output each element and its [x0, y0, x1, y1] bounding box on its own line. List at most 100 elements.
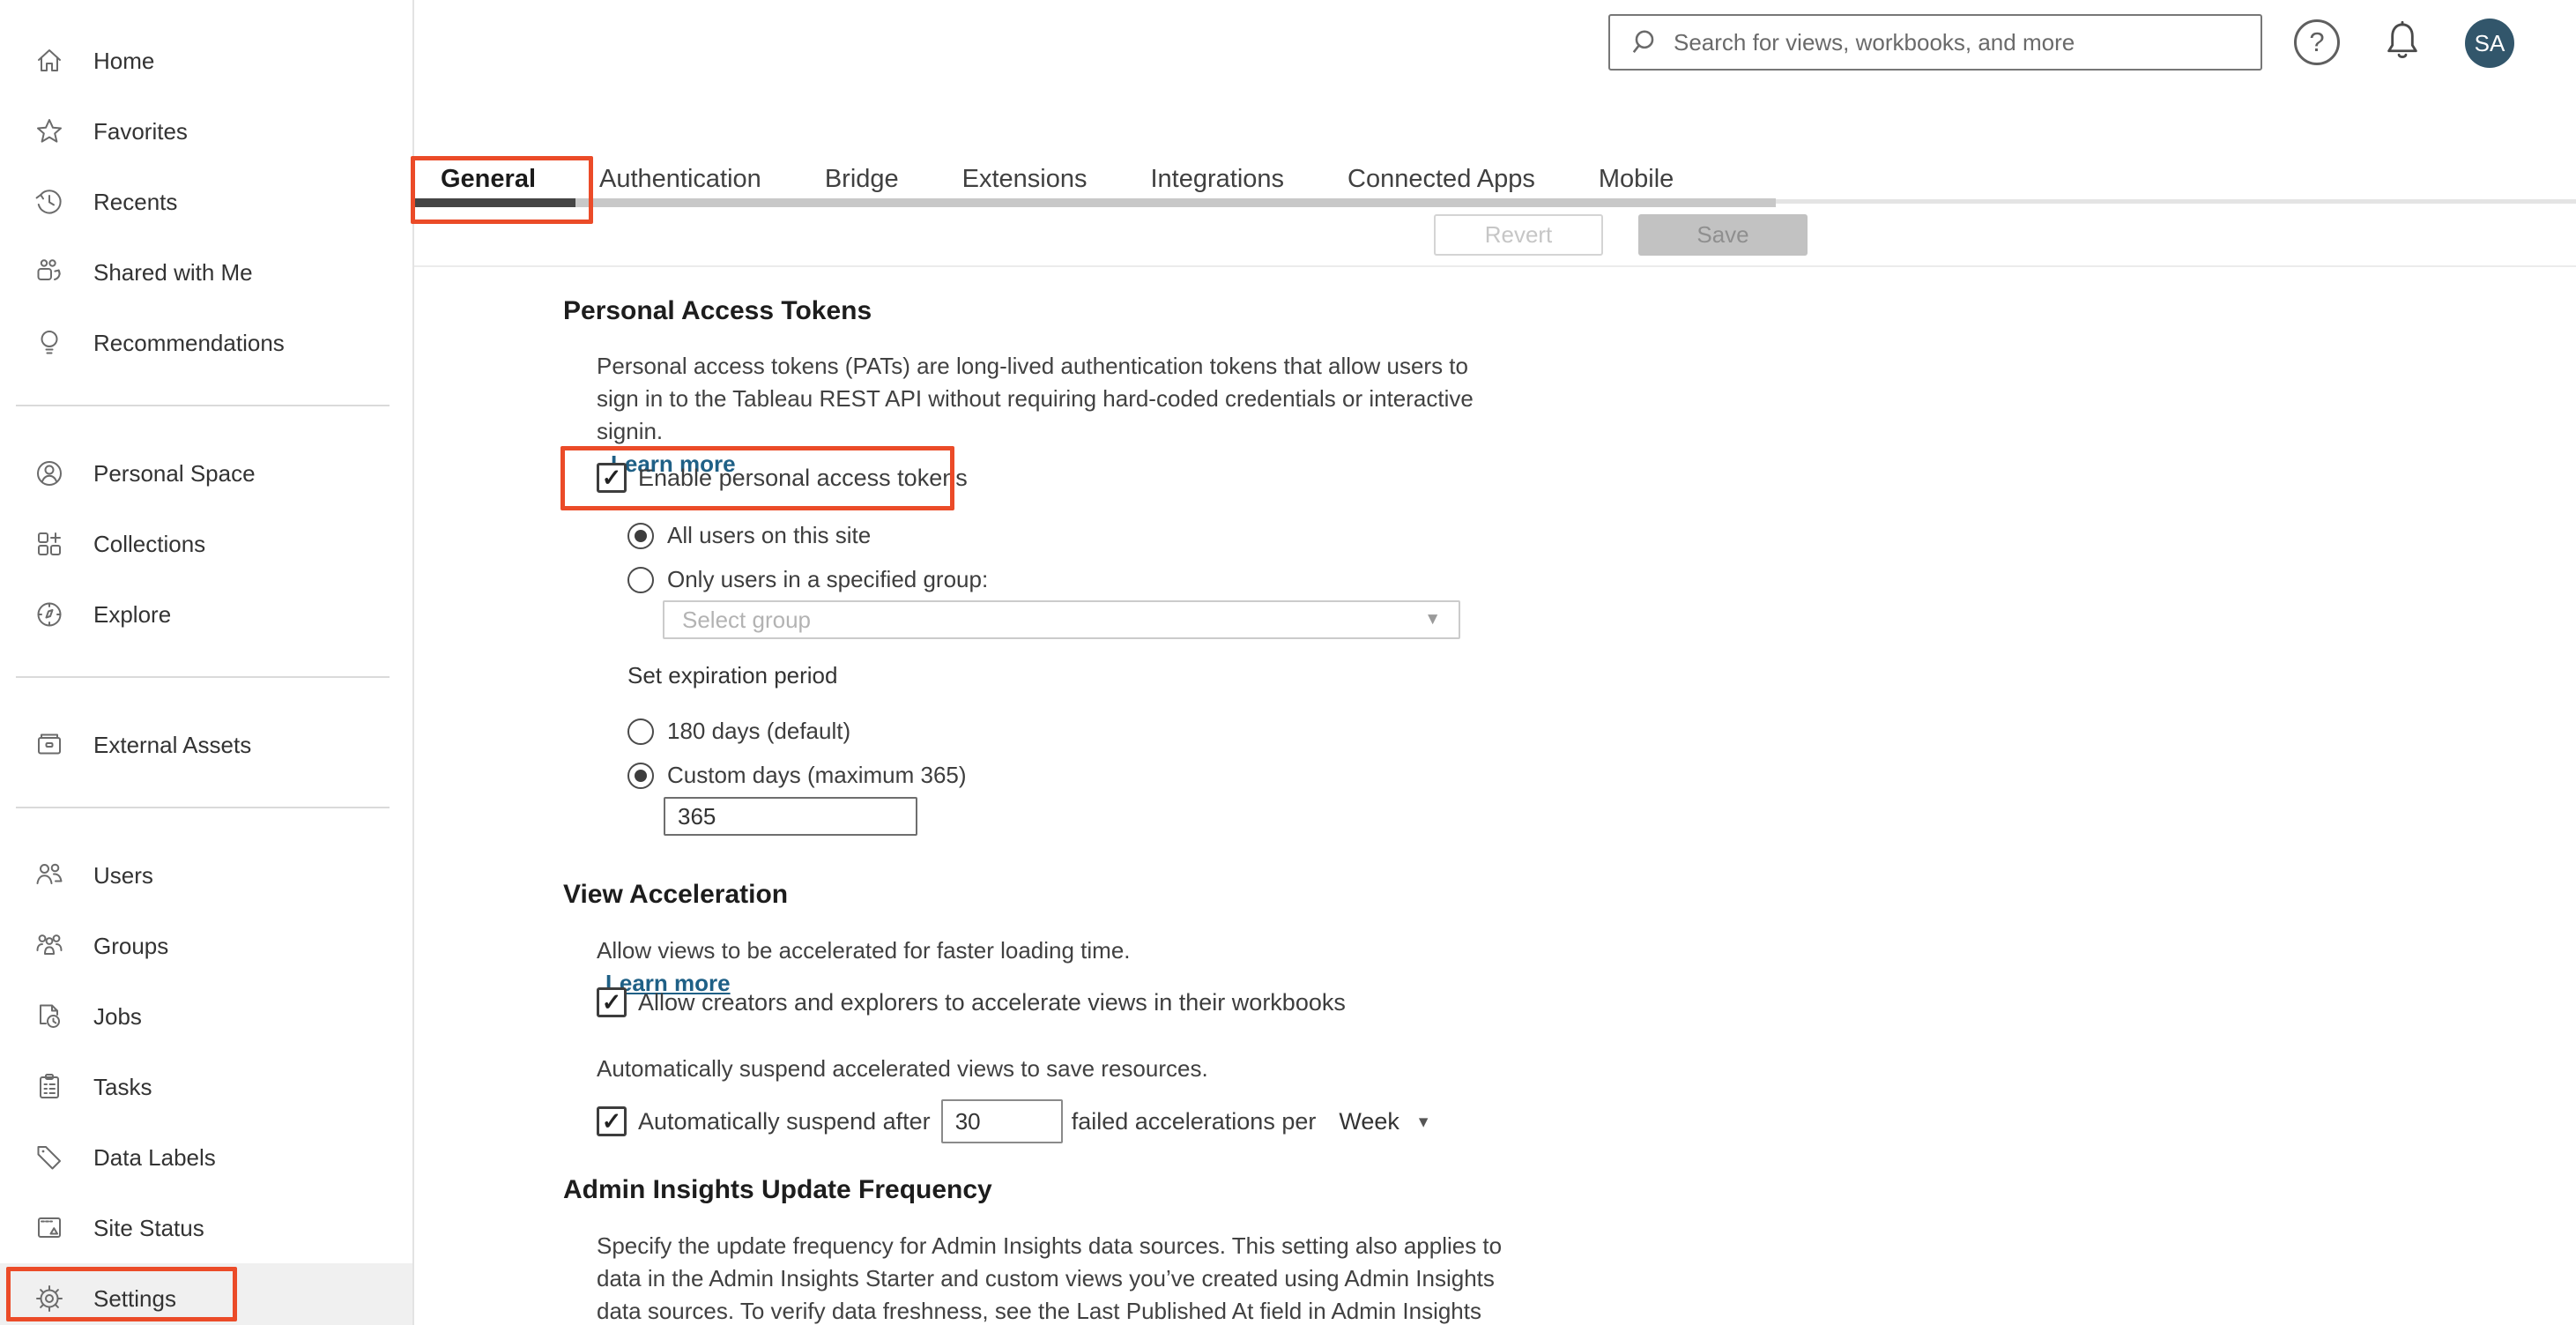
revert-button[interactable]: Revert	[1434, 214, 1603, 256]
tag-icon	[37, 1146, 61, 1170]
site-status-icon	[38, 1217, 61, 1238]
users-icon	[36, 863, 63, 884]
failed-accelerations-input[interactable]	[940, 1099, 1063, 1143]
days-180-radio[interactable]	[627, 718, 654, 745]
settings-tab-bar: General Authentication Bridge Extensions…	[441, 165, 1674, 194]
all-users-radio-row: All users on this site	[627, 522, 871, 549]
custom-days-radio-row: Custom days (maximum 365)	[627, 762, 967, 789]
sidebar-item-recents[interactable]: Recents	[0, 167, 412, 237]
custom-days-input[interactable]	[664, 797, 917, 836]
enable-pat-label: Enable personal access tokens	[638, 464, 968, 491]
tab-strip	[414, 198, 1776, 207]
chevron-down-icon: ▾	[1418, 1111, 1429, 1132]
sidebar-item-collections[interactable]: Collections	[0, 509, 412, 579]
sidebar-item-label: Tasks	[93, 1073, 152, 1100]
sidebar-item-label: Jobs	[93, 1002, 142, 1030]
sidebar-item-label: Home	[93, 47, 155, 74]
sidebar-item-users[interactable]: Users	[0, 840, 412, 911]
check-icon: ✓	[601, 464, 622, 491]
sidebar-divider	[16, 676, 390, 678]
sidebar-item-recommendations[interactable]: Recommendations	[0, 308, 412, 378]
expiration-period-label: Set expiration period	[627, 662, 838, 689]
allow-acceleration-label: Allow creators and explorers to accelera…	[638, 988, 1346, 1016]
bell-glyph	[2387, 20, 2417, 58]
allow-acceleration-checkbox[interactable]: ✓	[597, 987, 627, 1017]
ai-desc-line: data sources. To verify data freshness, …	[597, 1298, 1481, 1324]
tableau-site-settings-page: Home Favorites Recents Shared with Me Re…	[0, 0, 2576, 1325]
ai-desc-line: data in the Admin Insights Starter and c…	[597, 1265, 1495, 1292]
tab-bridge[interactable]: Bridge	[825, 165, 899, 194]
sidebar-item-home[interactable]: Home	[0, 26, 412, 96]
sidebar-item-label: Settings	[93, 1284, 176, 1312]
enable-pat-row: ✓ Enable personal access tokens	[597, 463, 968, 493]
specified-group-radio-row: Only users in a specified group:	[627, 566, 988, 593]
search-input[interactable]	[1674, 28, 2220, 56]
period-dropdown[interactable]: Week ▾	[1339, 1108, 1428, 1135]
save-button[interactable]: Save	[1638, 214, 1808, 256]
sidebar-item-explore[interactable]: Explore	[0, 579, 412, 650]
sidebar-item-groups[interactable]: Groups	[0, 911, 412, 981]
sidebar: Home Favorites Recents Shared with Me Re…	[0, 0, 414, 1325]
search-box	[1608, 14, 2262, 71]
pat-desc-line: Personal access tokens (PATs) are long-l…	[597, 353, 1468, 379]
specified-group-label: Only users in a specified group:	[667, 566, 989, 592]
sidebar-item-settings[interactable]: Settings	[0, 1263, 412, 1325]
groups-icon	[36, 934, 63, 955]
specified-group-radio[interactable]	[627, 566, 654, 593]
avatar[interactable]: SA	[2465, 19, 2514, 68]
sidebar-item-jobs[interactable]: Jobs	[0, 981, 412, 1052]
chevron-down-icon: ▼	[1424, 610, 1441, 629]
sidebar-divider	[16, 807, 390, 808]
sidebar-item-favorites[interactable]: Favorites	[0, 96, 412, 167]
days-180-radio-row: 180 days (default)	[627, 718, 850, 745]
auto-suspend-checkbox[interactable]: ✓	[597, 1106, 627, 1136]
shared-people-icon	[37, 259, 61, 280]
select-group-placeholder: Select group	[682, 606, 811, 633]
history-clock-icon	[35, 190, 62, 214]
content-divider	[414, 265, 2576, 267]
clipboard-list-icon	[40, 1074, 59, 1098]
sidebar-item-label: Site Status	[93, 1214, 204, 1241]
sidebar-item-label: Favorites	[93, 117, 188, 145]
pat-desc-line: sign in to the Tableau REST API without …	[597, 385, 1474, 412]
tab-mobile[interactable]: Mobile	[1599, 165, 1674, 194]
sidebar-item-label: Collections	[93, 530, 206, 557]
tab-integrations[interactable]: Integrations	[1151, 165, 1285, 194]
star-icon	[37, 119, 62, 143]
sidebar-item-label: Data Labels	[93, 1143, 216, 1171]
days-180-label: 180 days (default)	[667, 718, 851, 744]
auto-suspend-row: ✓ Automatically suspend after failed acc…	[597, 1099, 1428, 1143]
sidebar-item-personal-space[interactable]: Personal Space	[0, 438, 412, 509]
selected-tab-underline	[414, 198, 575, 207]
sidebar-item-shared-with-me[interactable]: Shared with Me	[0, 237, 412, 308]
sidebar-item-external-assets[interactable]: External Assets	[0, 710, 412, 780]
pat-section-title: Personal Access Tokens	[563, 296, 872, 325]
auto-suspend-before-label: Automatically suspend after	[638, 1107, 931, 1135]
admin-insights-desc: Specify the update frequency for Admin I…	[597, 1230, 1502, 1325]
sidebar-divider	[16, 405, 390, 406]
period-value: Week	[1339, 1107, 1399, 1135]
ai-desc-line: Specify the update frequency for Admin I…	[597, 1232, 1503, 1259]
check-icon: ✓	[601, 1107, 622, 1135]
tab-authentication[interactable]: Authentication	[599, 165, 761, 194]
sidebar-item-data-labels[interactable]: Data Labels	[0, 1122, 412, 1193]
custom-days-radio[interactable]	[627, 762, 654, 789]
tab-extensions[interactable]: Extensions	[962, 165, 1088, 194]
select-group-dropdown[interactable]: Select group ▼	[663, 600, 1460, 639]
tab-connected-apps[interactable]: Connected Apps	[1347, 165, 1535, 194]
help-glyph: ?	[2309, 26, 2325, 57]
notifications-bell-icon[interactable]	[2381, 19, 2424, 65]
pat-desc-line-text: signin.	[597, 418, 664, 444]
document-clock-icon	[40, 1004, 60, 1028]
help-icon[interactable]: ?	[2294, 19, 2340, 65]
enable-pat-checkbox[interactable]: ✓	[597, 463, 627, 493]
tab-general[interactable]: General	[441, 165, 536, 194]
allow-acceleration-row: ✓ Allow creators and explorers to accele…	[597, 987, 1346, 1017]
sidebar-item-label: Groups	[93, 932, 169, 959]
sidebar-item-label: External Assets	[93, 731, 252, 758]
all-users-radio[interactable]	[627, 522, 654, 549]
sidebar-item-tasks[interactable]: Tasks	[0, 1052, 412, 1122]
sidebar-item-label: Shared with Me	[93, 258, 253, 286]
sidebar-item-site-status[interactable]: Site Status	[0, 1193, 412, 1263]
person-circle-icon	[37, 461, 62, 486]
